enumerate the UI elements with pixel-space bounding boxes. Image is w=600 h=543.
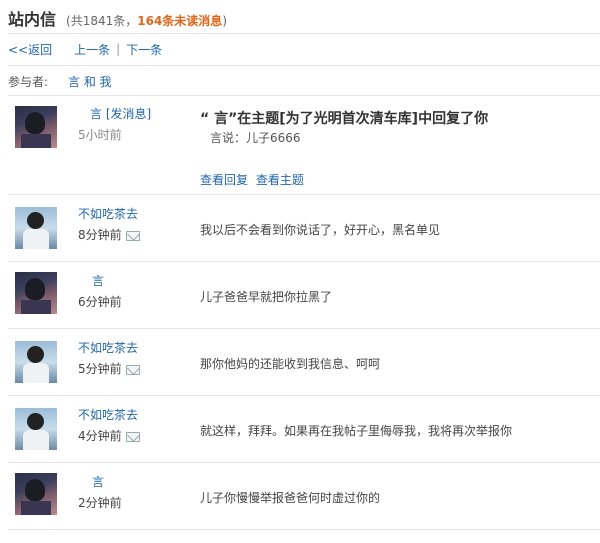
divider	[8, 33, 600, 34]
timestamp: 4分钟前	[78, 429, 122, 443]
message-count: (共1841条，164条未读消息)	[66, 14, 227, 28]
divider	[8, 395, 600, 396]
timestamp: 2分钟前	[78, 496, 122, 510]
sender-name[interactable]: 不如吃茶去	[78, 205, 140, 222]
avatar[interactable]	[15, 106, 57, 148]
sender-info: 不如吃茶去 5分钟前	[78, 339, 140, 377]
divider	[8, 194, 600, 195]
sender-name[interactable]: 言	[90, 107, 102, 121]
message-text: 那你他妈的还能收到我信息、呵呵	[200, 357, 381, 371]
avatar[interactable]	[15, 473, 57, 515]
notification-title: “ 言”在主题[为了光明首次清车库]中回复了你	[200, 111, 489, 127]
mail-icon	[125, 364, 140, 375]
mail-icon	[125, 230, 140, 241]
message-text: 儿子你慢慢举报爸爸何时虚过你的	[200, 491, 381, 505]
avatar[interactable]	[15, 272, 57, 314]
sender-info: 言 [发消息] 5小时前	[78, 105, 151, 143]
notification-quote: 言说：儿子6666	[210, 131, 301, 145]
divider	[8, 462, 600, 463]
message-item: 不如吃茶去 5分钟前 那你他妈的还能收到我信息、呵呵	[8, 339, 600, 391]
divider	[8, 328, 600, 329]
avatar[interactable]	[15, 341, 57, 383]
sender-info: 言 6分钟前	[78, 272, 122, 310]
sender-name[interactable]: 言	[78, 272, 118, 289]
sender-name[interactable]: 不如吃茶去	[78, 406, 140, 423]
sender-line: 言 [发消息]	[78, 105, 151, 122]
mail-icon	[125, 431, 140, 442]
sender-name[interactable]: 不如吃茶去	[78, 339, 140, 356]
avatar[interactable]	[15, 207, 57, 249]
message-item: 不如吃茶去 4分钟前 就这样，拜拜。如果再在我帖子里侮辱我，我将再次举报你	[8, 406, 600, 458]
participants: 参与者: 言 和 我	[8, 73, 112, 89]
view-topic-link[interactable]: 查看主题	[256, 173, 304, 187]
sender-info: 不如吃茶去 8分钟前	[78, 205, 140, 243]
sender-info: 不如吃茶去 4分钟前	[78, 406, 140, 444]
message-text: 我以后不会看到你说话了，好开心，黑名单见	[200, 223, 441, 237]
message-item: 言 2分钟前 儿子你慢慢举报爸爸何时虚过你的	[8, 473, 600, 525]
divider	[8, 95, 600, 96]
message-text: 儿子爸爸早就把你拉黑了	[200, 290, 333, 304]
divider	[8, 529, 600, 530]
notification-item: 言 [发消息] 5小时前 “ 言”在主题[为了光明首次清车库]中回复了你 言说：…	[8, 106, 600, 190]
sender-info: 言 2分钟前	[78, 473, 122, 511]
avatar[interactable]	[15, 408, 57, 450]
participants-label: 参与者:	[8, 74, 49, 89]
nav-divider: |	[116, 42, 121, 56]
unread-count: 164条未读消息	[137, 14, 223, 28]
timestamp: 6分钟前	[78, 295, 122, 309]
timestamp: 8分钟前	[78, 228, 122, 242]
divider	[8, 261, 600, 262]
message-item: 不如吃茶去 8分钟前 我以后不会看到你说话了，好开心，黑名单见	[8, 205, 600, 257]
timestamp: 5小时前	[78, 128, 122, 142]
message-text: 就这样，拜拜。如果再在我帖子里侮辱我，我将再次举报你	[200, 424, 513, 438]
page-title: 站内信	[8, 10, 57, 29]
page-header: 站内信 (共1841条，164条未读消息)	[8, 6, 227, 29]
view-reply-link[interactable]: 查看回复	[200, 173, 248, 187]
notification-links: 查看回复 查看主题	[200, 171, 304, 188]
sender-name[interactable]: 言	[78, 473, 118, 490]
divider	[8, 65, 600, 66]
participants-names[interactable]: 言 和 我	[68, 73, 112, 90]
send-message-link[interactable]: [发消息]	[106, 107, 151, 121]
prev-link[interactable]: 上一条	[74, 41, 110, 58]
message-item: 言 6分钟前 儿子爸爸早就把你拉黑了	[8, 272, 600, 324]
message-nav: <<返回 上一条 | 下一条	[8, 41, 162, 57]
back-link[interactable]: <<返回	[8, 41, 52, 58]
timestamp: 5分钟前	[78, 362, 122, 376]
next-link[interactable]: 下一条	[126, 41, 162, 58]
